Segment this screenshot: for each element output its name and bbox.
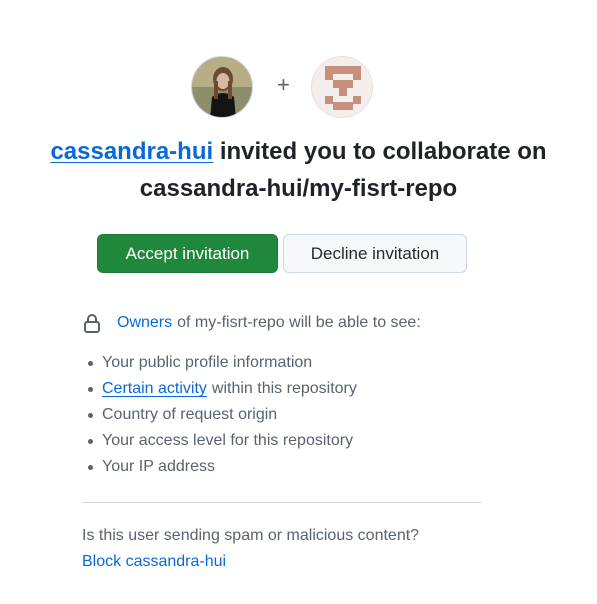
lock-icon: [83, 313, 101, 333]
accept-invitation-button[interactable]: Accept invitation: [97, 234, 278, 273]
owners-link[interactable]: Owners: [117, 314, 172, 332]
bullet-icon: [88, 438, 93, 444]
invitation-headline: cassandra-hui invited you to collaborate…: [0, 133, 597, 207]
invite-text: invited you to collaborate on: [213, 138, 547, 165]
spam-question: Is this user sending spam or malicious c…: [82, 527, 420, 544]
bullet-icon: [88, 386, 93, 392]
list-item: Country of request origin: [83, 402, 357, 428]
identicon-icon: [312, 57, 372, 117]
certain-activity-link[interactable]: Certain activity: [102, 377, 207, 401]
bullet-icon: [88, 464, 93, 470]
list-item: Certain activity within this repository: [83, 376, 357, 402]
list-item: Your public profile information: [83, 350, 357, 376]
owners-suffix: of my-fisrt-repo will be able to see:: [177, 314, 421, 331]
plus-sign: +: [277, 72, 290, 97]
owners-notice: Owners of my-fisrt-repo will be able to …: [83, 313, 421, 333]
permission-list: Your public profile information Certain …: [83, 350, 357, 480]
divider: [82, 502, 482, 503]
block-user-link[interactable]: Block cassandra-hui: [82, 553, 226, 571]
bullet-icon: [88, 360, 93, 366]
invitation-page: + cassandra-hui invited you to collabora…: [0, 0, 597, 604]
bullet-icon: [88, 412, 93, 418]
list-item: Your access level for this repository: [83, 428, 357, 454]
repo-owner-identicon[interactable]: [311, 56, 373, 118]
inviter-avatar[interactable]: [191, 56, 253, 118]
inviter-link[interactable]: cassandra-hui: [50, 138, 213, 165]
repository-name: cassandra-hui/my-fisrt-repo: [139, 175, 458, 202]
list-item: Your IP address: [83, 454, 357, 480]
decline-invitation-button[interactable]: Decline invitation: [283, 234, 467, 273]
